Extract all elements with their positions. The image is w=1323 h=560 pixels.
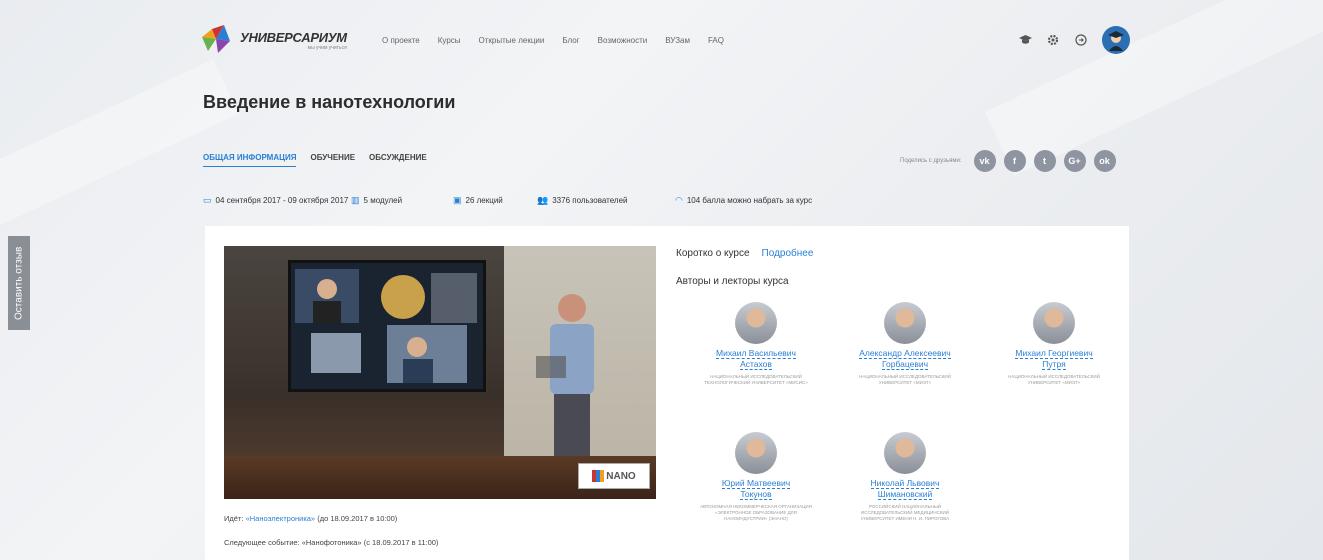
author-card[interactable]: Михаил Васильевич Астахов Национальный ис… bbox=[686, 302, 826, 386]
about-more-link[interactable]: Подробнее bbox=[762, 248, 814, 259]
author-card[interactable]: Николай Львович Шимановский Российский на… bbox=[835, 432, 975, 522]
gear-icon[interactable] bbox=[1046, 33, 1060, 47]
about-label: Коротко о курсе bbox=[676, 248, 750, 259]
author-name[interactable]: Юрий Матвеевич Токунов bbox=[686, 478, 826, 500]
logo[interactable]: УНИВЕРСАРИУМ мы учим учиться bbox=[200, 23, 368, 57]
users-icon: 👥 bbox=[537, 195, 549, 205]
tab-discussion[interactable]: ОБСУЖДЕНИЕ bbox=[369, 153, 427, 167]
author-photo bbox=[884, 302, 926, 344]
twitter-icon[interactable]: t bbox=[1033, 150, 1056, 172]
nav-universities[interactable]: ВУЗам bbox=[665, 36, 690, 45]
facebook-icon[interactable]: f bbox=[1003, 150, 1026, 172]
nav-faq[interactable]: FAQ bbox=[708, 36, 724, 45]
vk-icon[interactable]: vk bbox=[973, 150, 996, 172]
author-org: Национальный исследовательский университ… bbox=[859, 374, 951, 385]
nav-features[interactable]: Возможности bbox=[598, 36, 648, 45]
author-name[interactable]: Михаил Васильевич Астахов bbox=[686, 348, 826, 370]
nav-open-lectures[interactable]: Открытые лекции bbox=[479, 36, 545, 45]
user-avatar[interactable] bbox=[1102, 26, 1130, 54]
author-card[interactable]: Александр Алексеевич Горбацевич Националь… bbox=[835, 302, 975, 386]
author-card[interactable]: Юрий Матвеевич Токунов Автономная некомме… bbox=[686, 432, 826, 522]
logo-title: УНИВЕРСАРИУМ bbox=[240, 29, 347, 45]
course-card: NANO Идёт: «Наноэлектроника» (до 18.09.2… bbox=[205, 226, 1129, 560]
author-org: Автономная некоммерческая организация «Э… bbox=[700, 504, 812, 521]
author-org: Российский национальный исследовательски… bbox=[860, 504, 950, 521]
author-card[interactable]: Михаил Георгиевич Путря Национальный иссл… bbox=[984, 302, 1124, 386]
stat-points: ◠ 104 балла можно набрать за курс bbox=[675, 195, 813, 205]
video-screen bbox=[288, 260, 486, 392]
nav-about[interactable]: О проекте bbox=[382, 36, 420, 45]
nano-badge: NANO bbox=[578, 463, 650, 489]
tab-learning[interactable]: ОБУЧЕНИЕ bbox=[310, 153, 355, 167]
odnoklassniki-icon[interactable]: ok bbox=[1093, 150, 1116, 172]
modules-icon: ▥ bbox=[351, 195, 360, 205]
share-bar: Поделись с друзьями: vk f t G+ ok bbox=[900, 150, 1116, 172]
logo-icon bbox=[200, 23, 234, 57]
about-course: Коротко о курсе Подробнее bbox=[676, 248, 813, 259]
live-event: Идёт: «Наноэлектроника» (до 18.09.2017 в… bbox=[224, 514, 398, 523]
calendar-icon: ▭ bbox=[203, 195, 212, 205]
stat-dates: ▭ 04 сентября 2017 - 09 октября 2017 bbox=[203, 195, 349, 205]
course-video[interactable]: NANO bbox=[224, 246, 656, 499]
page-title: Введение в нанотехнологии bbox=[203, 92, 456, 112]
next-event: Следующее событие: «Нанофотоника» (с 18.… bbox=[224, 538, 439, 547]
stat-modules: ▥ 5 модулей bbox=[351, 195, 403, 205]
share-label: Поделись с друзьями: bbox=[900, 158, 962, 164]
author-org: Национальный исследовательский технологи… bbox=[704, 374, 808, 385]
authors-heading: Авторы и лекторы курса bbox=[676, 276, 789, 287]
gauge-icon: ◠ bbox=[675, 195, 683, 205]
graduation-cap-icon[interactable] bbox=[1018, 33, 1032, 47]
stat-users: 👥 3376 пользователей bbox=[537, 195, 628, 205]
monitor-icon: ▣ bbox=[453, 195, 462, 205]
author-photo bbox=[735, 302, 777, 344]
google-plus-icon[interactable]: G+ bbox=[1063, 150, 1086, 172]
author-name[interactable]: Михаил Георгиевич Путря bbox=[984, 348, 1124, 370]
nav-courses[interactable]: Курсы bbox=[438, 36, 461, 45]
author-org: Национальный исследовательский университ… bbox=[1008, 374, 1100, 385]
author-name[interactable]: Николай Львович Шимановский bbox=[835, 478, 975, 500]
logo-subtitle: мы учим учиться bbox=[307, 44, 347, 51]
logout-icon[interactable] bbox=[1074, 33, 1088, 47]
header: УНИВЕРСАРИУМ мы учим учиться О проекте К… bbox=[200, 18, 1130, 62]
stat-lectures: ▣ 26 лекций bbox=[453, 195, 503, 205]
background-stripe bbox=[0, 59, 239, 241]
author-photo bbox=[735, 432, 777, 474]
nano-logo-icon bbox=[592, 470, 605, 482]
author-photo bbox=[884, 432, 926, 474]
author-photo bbox=[1033, 302, 1075, 344]
main-nav: О проекте Курсы Открытые лекции Блог Воз… bbox=[382, 36, 724, 45]
author-name[interactable]: Александр Алексеевич Горбацевич bbox=[835, 348, 975, 370]
tab-general-info[interactable]: ОБЩАЯ ИНФОРМАЦИЯ bbox=[203, 153, 297, 167]
course-stats: ▭ 04 сентября 2017 - 09 октября 2017 ▥ 5… bbox=[203, 195, 812, 206]
feedback-tab[interactable]: Оставить отзыв bbox=[8, 236, 30, 330]
live-event-link[interactable]: «Наноэлектроника» bbox=[246, 514, 316, 523]
course-tabs: ОБЩАЯ ИНФОРМАЦИЯ ОБУЧЕНИЕ ОБСУЖДЕНИЕ bbox=[203, 153, 427, 167]
nav-blog[interactable]: Блог bbox=[562, 36, 579, 45]
